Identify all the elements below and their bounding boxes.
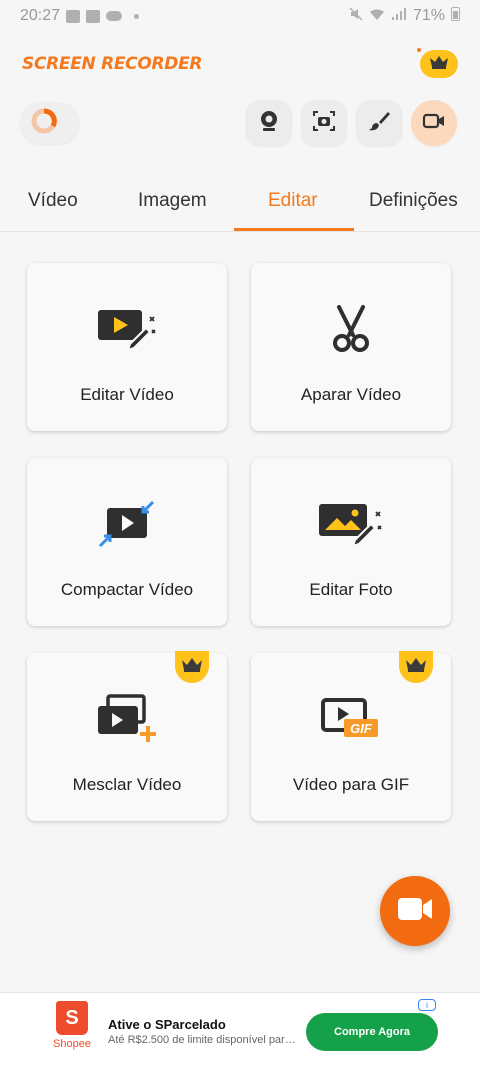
status-time: 20:27 bbox=[20, 7, 61, 24]
brush-icon bbox=[368, 110, 390, 137]
video-record-icon bbox=[422, 112, 446, 135]
status-left: 20:27 bbox=[20, 7, 140, 25]
signal-icon bbox=[391, 7, 407, 26]
quick-toolbar bbox=[0, 100, 480, 146]
tab-edit[interactable]: Editar bbox=[268, 190, 318, 230]
brush-button[interactable] bbox=[356, 100, 402, 146]
video-to-gif-icon: GIF bbox=[320, 693, 382, 745]
card-merge-video[interactable]: Mesclar Vídeo bbox=[27, 651, 227, 821]
card-label: Vídeo para GIF bbox=[292, 775, 410, 794]
wifi-icon bbox=[369, 7, 385, 26]
card-label: Mesclar Vídeo bbox=[72, 775, 182, 794]
card-label: Editar Vídeo bbox=[80, 385, 174, 404]
battery-icon bbox=[451, 6, 460, 26]
ad-banner[interactable]: S Shopee Ative o SParcelado Até R$2.500 … bbox=[0, 992, 480, 1066]
card-edit-photo[interactable]: Editar Foto bbox=[251, 458, 451, 626]
premium-badge bbox=[399, 651, 433, 683]
crown-icon bbox=[429, 55, 449, 74]
ad-cta-button[interactable]: Compre Agora bbox=[306, 1013, 438, 1051]
svg-text:GIF: GIF bbox=[350, 721, 373, 736]
more-notifications-icon bbox=[134, 13, 140, 19]
status-bar: 20:27 71% bbox=[0, 0, 480, 32]
video-camera-icon bbox=[396, 895, 434, 928]
webcam-button[interactable] bbox=[246, 100, 292, 146]
ad-info-icon[interactable]: i bbox=[418, 999, 436, 1011]
ad-logo: S Shopee bbox=[44, 1001, 100, 1055]
tab-video[interactable]: Vídeo bbox=[28, 190, 78, 230]
active-tab-indicator bbox=[234, 228, 354, 231]
record-fab[interactable] bbox=[380, 876, 450, 946]
card-compress-video[interactable]: Compactar Vídeo bbox=[27, 458, 227, 626]
notification-icon bbox=[66, 9, 81, 23]
cloud-icon bbox=[106, 11, 123, 21]
card-label: Aparar Vídeo bbox=[300, 385, 402, 404]
status-right: 71% bbox=[349, 6, 460, 26]
tab-bar: Vídeo Imagem Editar Definições bbox=[0, 180, 480, 232]
app-brand: SCREEN RECORDER bbox=[22, 54, 203, 74]
scissors-icon bbox=[331, 303, 371, 355]
merge-video-icon bbox=[94, 693, 160, 745]
ad-subtitle: Até R$2.500 de limite disponível para vo… bbox=[108, 1034, 298, 1046]
mute-icon bbox=[349, 6, 363, 26]
app-header: SCREEN RECORDER bbox=[0, 44, 480, 84]
card-video-to-gif[interactable]: GIF Vídeo para GIF bbox=[251, 651, 451, 821]
tab-image[interactable]: Imagem bbox=[138, 190, 207, 230]
ad-brand: Shopee bbox=[53, 1038, 91, 1050]
sparkle-icon bbox=[417, 48, 421, 52]
card-label: Editar Foto bbox=[309, 580, 393, 599]
edit-photo-icon bbox=[317, 498, 385, 550]
card-edit-video[interactable]: Editar Vídeo bbox=[27, 263, 227, 431]
premium-badge bbox=[175, 651, 209, 683]
progress-ring-icon bbox=[30, 107, 58, 140]
premium-button[interactable] bbox=[417, 48, 458, 78]
battery-level: 71% bbox=[412, 7, 445, 24]
ad-title: Ative o SParcelado bbox=[108, 1017, 226, 1032]
shopee-bag-icon: S bbox=[56, 1001, 88, 1035]
edit-video-icon bbox=[96, 303, 158, 355]
play-store-icon bbox=[86, 9, 101, 23]
crown-icon bbox=[181, 657, 203, 678]
record-button[interactable] bbox=[411, 100, 457, 146]
card-label: Compactar Vídeo bbox=[60, 580, 194, 599]
screenshot-button[interactable] bbox=[301, 100, 347, 146]
crown-icon bbox=[405, 657, 427, 678]
webcam-icon bbox=[258, 109, 280, 138]
screenshot-icon bbox=[312, 110, 336, 137]
tab-settings[interactable]: Definições bbox=[369, 190, 458, 230]
recording-timer-toggle[interactable] bbox=[20, 102, 80, 144]
compress-video-icon bbox=[97, 498, 157, 550]
card-trim-video[interactable]: Aparar Vídeo bbox=[251, 263, 451, 431]
